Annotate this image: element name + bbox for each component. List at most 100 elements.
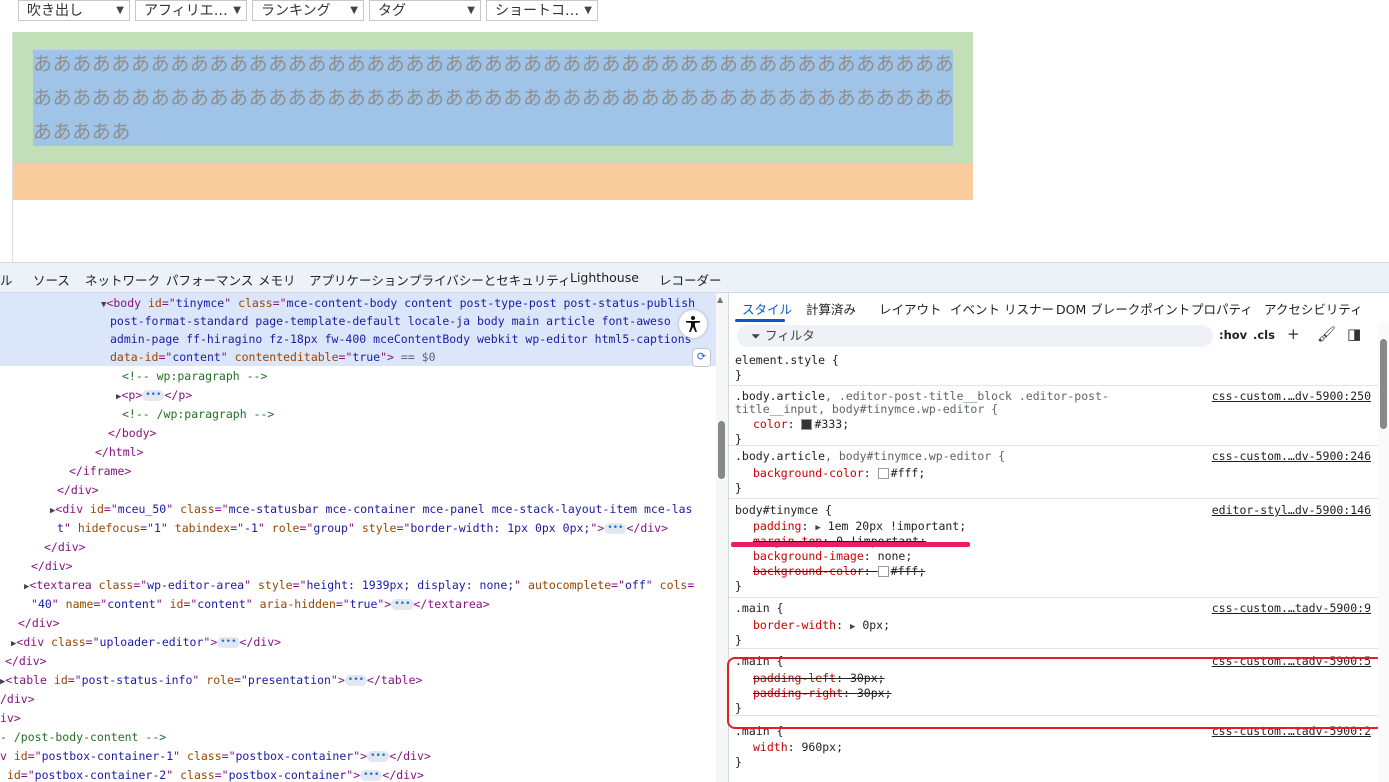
- rule-main-width[interactable]: .main { width: 960px; } css-custom.…tadv…: [729, 722, 1379, 782]
- tab-elements[interactable]: ル: [0, 270, 13, 289]
- tree-node-comment[interactable]: <!-- wp:paragraph -->: [122, 367, 267, 386]
- stylesheet-link[interactable]: css-custom.…tadv-5900:9: [1212, 601, 1371, 615]
- tab-performance[interactable]: パフォーマンス: [166, 270, 253, 289]
- tree-node-close[interactable]: </body>: [108, 424, 156, 443]
- tab-styles[interactable]: スタイル: [742, 299, 792, 318]
- plus-icon[interactable]: +: [1287, 325, 1300, 343]
- tab-event-listeners[interactable]: イベント リスナー: [950, 299, 1054, 318]
- tree-node-close[interactable]: </html>: [95, 443, 143, 462]
- tab-network[interactable]: ネットワーク: [85, 270, 160, 289]
- rule-body-article-bg[interactable]: .body.article, body#tinymce.wp-editor { …: [729, 446, 1379, 499]
- tree-node-close[interactable]: </div>: [44, 538, 86, 557]
- tree-node-postbox-1[interactable]: v id="postbox-container-1" class="postbo…: [0, 747, 431, 766]
- pink-underline-annotation: [731, 542, 970, 547]
- tab-privacy-security[interactable]: プライバシーとセキュリティ: [409, 270, 571, 289]
- scrollbar-thumb[interactable]: [1380, 339, 1387, 429]
- rule-close: }: [735, 368, 742, 382]
- rule-close: }: [735, 633, 742, 647]
- tree-node-close[interactable]: iv>: [0, 709, 21, 728]
- declaration-width[interactable]: width: 960px;: [753, 740, 843, 755]
- tree-node-close[interactable]: </iframe>: [69, 462, 131, 481]
- ellipsis-icon[interactable]: •••: [360, 770, 383, 781]
- chevron-down-icon: ▼: [116, 5, 124, 16]
- accessibility-icon[interactable]: [679, 310, 707, 338]
- ellipsis-icon[interactable]: •••: [344, 675, 368, 686]
- shortcode-dropdown[interactable]: ショートコ… ▼: [486, 0, 598, 21]
- tab-recorder[interactable]: レコーダー: [659, 270, 722, 289]
- tag-dropdown[interactable]: タグ ▼: [369, 0, 481, 21]
- tab-application[interactable]: アプリケーション: [309, 270, 409, 289]
- rule-close: }: [735, 481, 742, 495]
- elements-tree: ▼<body id="tinymce" class="mce-content-b…: [0, 293, 716, 782]
- ellipsis-icon[interactable]: •••: [391, 599, 414, 610]
- tree-node-textarea[interactable]: ▶<textarea class="wp-editor-area" style=…: [24, 576, 694, 597]
- color-swatch[interactable]: [801, 419, 813, 430]
- ranking-dropdown[interactable]: ランキング ▼: [252, 0, 364, 21]
- styles-scrollbar[interactable]: [1378, 323, 1389, 782]
- filter-input[interactable]: ⏷ フィルタ: [737, 325, 1213, 347]
- tree-node-mceu[interactable]: ▶<div id="mceu_50" class="mce-statusbar …: [50, 500, 692, 521]
- tree-node-close[interactable]: </div>: [31, 557, 73, 576]
- cls-button[interactable]: .cls: [1253, 328, 1275, 342]
- chevron-down-icon: ▼: [233, 5, 241, 16]
- tab-dom-breakpoints[interactable]: DOM ブレークポイント: [1056, 299, 1190, 318]
- tree-node-mceu-cont: t" hidefocus="1" tabindex="-1" role="gro…: [57, 521, 669, 535]
- declaration-color[interactable]: color: #333;: [753, 417, 849, 432]
- tree-node-comment[interactable]: <!-- /wp:paragraph -->: [122, 405, 274, 424]
- tab-layout[interactable]: レイアウト: [879, 299, 942, 318]
- declaration-background-image[interactable]: background-image: none;: [753, 549, 912, 564]
- color-swatch[interactable]: [877, 468, 889, 479]
- rule-element-style[interactable]: element.style { }: [729, 351, 1379, 386]
- ellipsis-icon[interactable]: •••: [142, 390, 165, 401]
- stylesheet-link[interactable]: editor-styl…dv-5900:146: [1212, 503, 1371, 517]
- rule-body-article-color[interactable]: .body.article, .editor-post-title__block…: [729, 386, 1379, 446]
- ellipsis-icon[interactable]: •••: [217, 637, 240, 648]
- tab-sources[interactable]: ソース: [33, 270, 70, 289]
- tab-computed[interactable]: 計算済み: [806, 299, 856, 318]
- ellipsis-icon[interactable]: •••: [604, 523, 627, 534]
- stylesheet-link[interactable]: css-custom.…dv-5900:250: [1212, 389, 1371, 403]
- sidebar-toggle-icon[interactable]: ◨: [1347, 325, 1361, 343]
- stylesheet-link[interactable]: css-custom.…dv-5900:246: [1212, 449, 1371, 463]
- toggle-view-icon[interactable]: ⟳: [692, 348, 711, 367]
- tree-node-p[interactable]: ▶<p> ••• </p>: [116, 386, 192, 407]
- filter-toolbar: ⏷ フィルタ :hov .cls + 🖌 ◨: [729, 322, 1389, 351]
- paint-brush-icon[interactable]: 🖌: [1317, 325, 1336, 343]
- tree-node-close[interactable]: /div>: [0, 690, 35, 709]
- scroll-up-icon[interactable]: ▲: [717, 295, 723, 304]
- rule-close: }: [735, 432, 742, 446]
- editor-paragraph-text[interactable]: ああああああああああああああああああああああああああああああああああああああああ…: [33, 47, 958, 149]
- dropdown-label: ランキング: [261, 3, 331, 19]
- red-box-annotation: [727, 657, 1384, 729]
- rule-selector: body#tinymce {: [735, 503, 832, 517]
- ellipsis-icon[interactable]: •••: [367, 751, 390, 762]
- dropdown-label: アフィリエ…: [144, 3, 228, 19]
- affiliate-dropdown[interactable]: アフィリエ… ▼: [135, 0, 247, 21]
- tab-accessibility[interactable]: アクセシビリティ: [1264, 299, 1363, 318]
- rule-selector: element.style {: [735, 353, 839, 367]
- expand-triangle-icon[interactable]: ▶: [815, 523, 820, 533]
- fukidashi-dropdown[interactable]: 吹き出し ▼: [18, 0, 130, 21]
- tree-node-uploader[interactable]: ▶<div class="uploader-editor"> ••• </div>: [11, 633, 281, 654]
- expand-triangle-icon[interactable]: ▶: [850, 622, 855, 632]
- tree-node-close[interactable]: </div>: [18, 614, 60, 633]
- tab-lighthouse[interactable]: Lighthouse: [570, 270, 639, 285]
- rule-body-tinymce[interactable]: body#tinymce { padding: ▶ 1em 20px !impo…: [729, 499, 1379, 598]
- tree-node-comment[interactable]: - /post-body-content -->: [0, 728, 166, 747]
- tab-properties[interactable]: プロパティ: [1191, 299, 1253, 318]
- declaration-background-color[interactable]: background-color: #fff;: [753, 564, 925, 579]
- declaration-border-width[interactable]: border-width: ▶ 0px;: [753, 618, 890, 635]
- tree-node-close[interactable]: </div>: [5, 652, 47, 671]
- scrollbar-thumb[interactable]: [718, 421, 725, 479]
- tree-node-table[interactable]: ▶<table id="post-status-info" role="pres…: [0, 671, 422, 692]
- hov-button[interactable]: :hov: [1219, 328, 1247, 342]
- tree-node-postbox-2[interactable]: id="postbox-container-2" class="postbox-…: [0, 766, 424, 782]
- color-swatch[interactable]: [877, 566, 889, 577]
- rule-main-border[interactable]: .main { border-width: ▶ 0px; } css-custo…: [729, 598, 1379, 649]
- tree-node-close[interactable]: </div>: [57, 481, 99, 500]
- editor-toolbar: 吹き出し ▼ アフィリエ… ▼ ランキング ▼ タグ ▼ ショートコ… ▼: [0, 0, 1389, 22]
- rule-selector: .main {: [735, 601, 784, 615]
- tab-memory[interactable]: メモリ: [258, 270, 296, 289]
- styles-tab-bar: スタイル 計算済み レイアウト イベント リスナー DOM ブレークポイント プ…: [729, 293, 1389, 322]
- declaration-background-color[interactable]: background-color: #fff;: [753, 466, 925, 481]
